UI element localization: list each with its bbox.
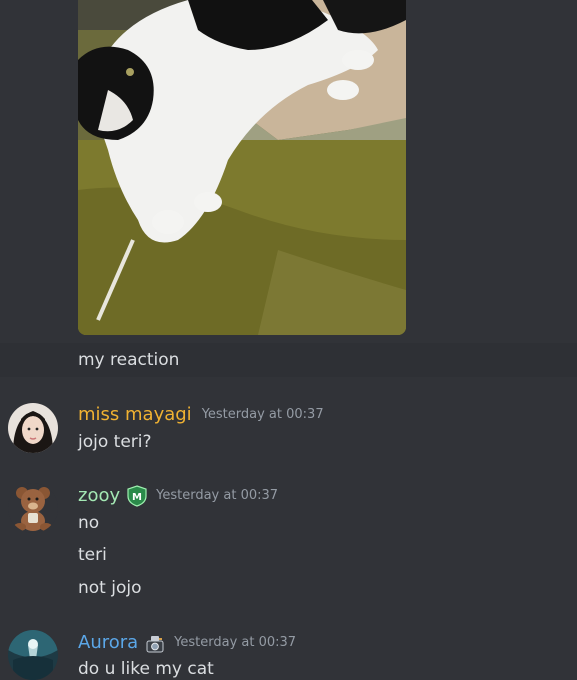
chat-messages: my reaction miss mayagi Yesterday at 00:…: [0, 0, 577, 680]
message-header-miss-mayagi: miss mayagi Yesterday at 00:37: [78, 404, 324, 426]
message-text: jojo teri?: [78, 432, 152, 452]
timestamp[interactable]: Yesterday at 00:37: [174, 632, 296, 654]
message-text: teri: [78, 545, 107, 565]
avatar-miss-mayagi[interactable]: [8, 403, 58, 453]
username-zooy[interactable]: zooy: [78, 485, 120, 507]
timestamp[interactable]: Yesterday at 00:37: [202, 404, 324, 426]
svg-text:M: M: [132, 492, 142, 503]
avatar-zooy[interactable]: [8, 483, 58, 533]
username-aurora[interactable]: Aurora: [78, 632, 138, 654]
timestamp[interactable]: Yesterday at 00:37: [156, 485, 278, 507]
camera-badge-icon[interactable]: [144, 632, 166, 654]
message-text: my reaction: [78, 350, 180, 370]
message-text: do u like my cat: [78, 659, 214, 679]
m-shield-badge-icon[interactable]: M: [126, 485, 148, 507]
cat-image-attachment[interactable]: [78, 0, 406, 335]
avatar-aurora[interactable]: [8, 630, 58, 680]
message-header-aurora: Aurora Yesterday at 00:37: [78, 632, 296, 654]
message-text: not jojo: [78, 578, 142, 598]
message-text: no: [78, 513, 100, 533]
username-miss-mayagi[interactable]: miss mayagi: [78, 404, 192, 426]
message-header-zooy: zooy M Yesterday at 00:37: [78, 485, 278, 507]
